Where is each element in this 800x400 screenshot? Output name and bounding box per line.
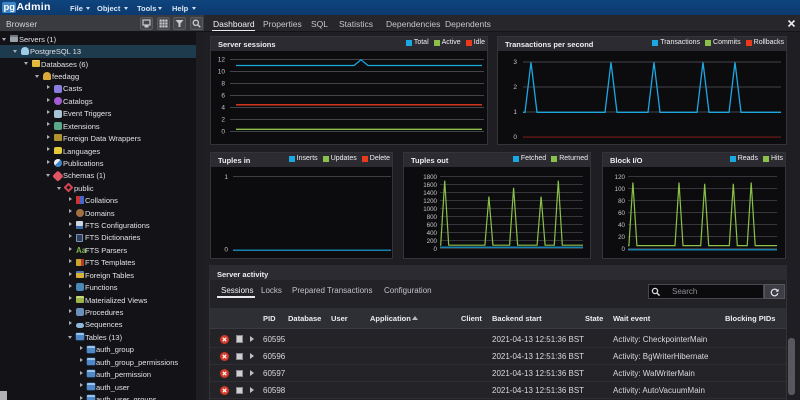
svg-text:8: 8 <box>221 81 225 88</box>
svg-text:3: 3 <box>513 59 517 66</box>
svg-text:100: 100 <box>615 186 626 193</box>
svg-text:1: 1 <box>513 109 517 116</box>
svg-text:1400: 1400 <box>423 190 437 197</box>
svg-text:2: 2 <box>513 84 517 91</box>
svg-text:400: 400 <box>427 230 438 237</box>
svg-text:1: 1 <box>224 174 228 181</box>
svg-text:1800: 1800 <box>423 174 437 181</box>
svg-text:800: 800 <box>427 214 438 221</box>
svg-text:0: 0 <box>434 246 438 253</box>
svg-text:1000: 1000 <box>423 206 437 213</box>
svg-text:2: 2 <box>221 117 225 124</box>
svg-text:40: 40 <box>618 222 625 229</box>
svg-text:1200: 1200 <box>423 198 437 205</box>
svg-text:200: 200 <box>427 238 438 245</box>
svg-text:0: 0 <box>221 129 225 136</box>
svg-text:60: 60 <box>618 210 625 217</box>
svg-text:0: 0 <box>622 246 626 253</box>
svg-text:80: 80 <box>618 198 625 205</box>
svg-text:6: 6 <box>221 93 225 100</box>
svg-text:600: 600 <box>427 222 438 229</box>
svg-text:1600: 1600 <box>423 182 437 189</box>
svg-text:0: 0 <box>513 134 517 141</box>
svg-text:4: 4 <box>221 105 225 112</box>
svg-text:0: 0 <box>224 247 228 254</box>
svg-text:12: 12 <box>218 57 226 64</box>
svg-text:10: 10 <box>218 69 226 76</box>
svg-text:120: 120 <box>615 174 626 181</box>
svg-text:20: 20 <box>618 234 625 241</box>
